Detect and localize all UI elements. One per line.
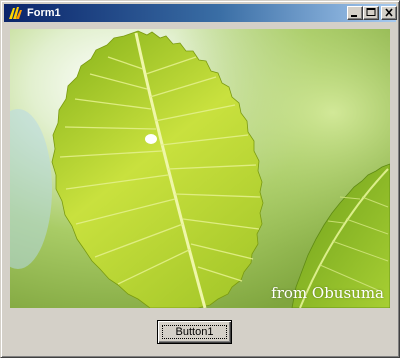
close-button[interactable] — [381, 6, 397, 20]
close-icon — [385, 8, 393, 17]
button1-label: Button1 — [175, 326, 214, 338]
minimize-icon — [351, 15, 357, 17]
watermark-text: from Obusuma — [271, 284, 384, 302]
image-panel: from Obusuma — [10, 29, 390, 308]
maximize-button[interactable] — [363, 6, 379, 20]
delphi-app-icon — [7, 5, 23, 21]
maximize-icon — [366, 8, 376, 16]
title-bar[interactable]: Form1 — [4, 4, 397, 22]
minimize-button[interactable] — [347, 6, 363, 20]
window-title: Form1 — [27, 7, 61, 19]
form1-window: Form1 from Obusuma Button1 — [0, 0, 400, 358]
leaf-photo — [10, 29, 390, 308]
button1[interactable]: Button1 — [157, 320, 232, 344]
